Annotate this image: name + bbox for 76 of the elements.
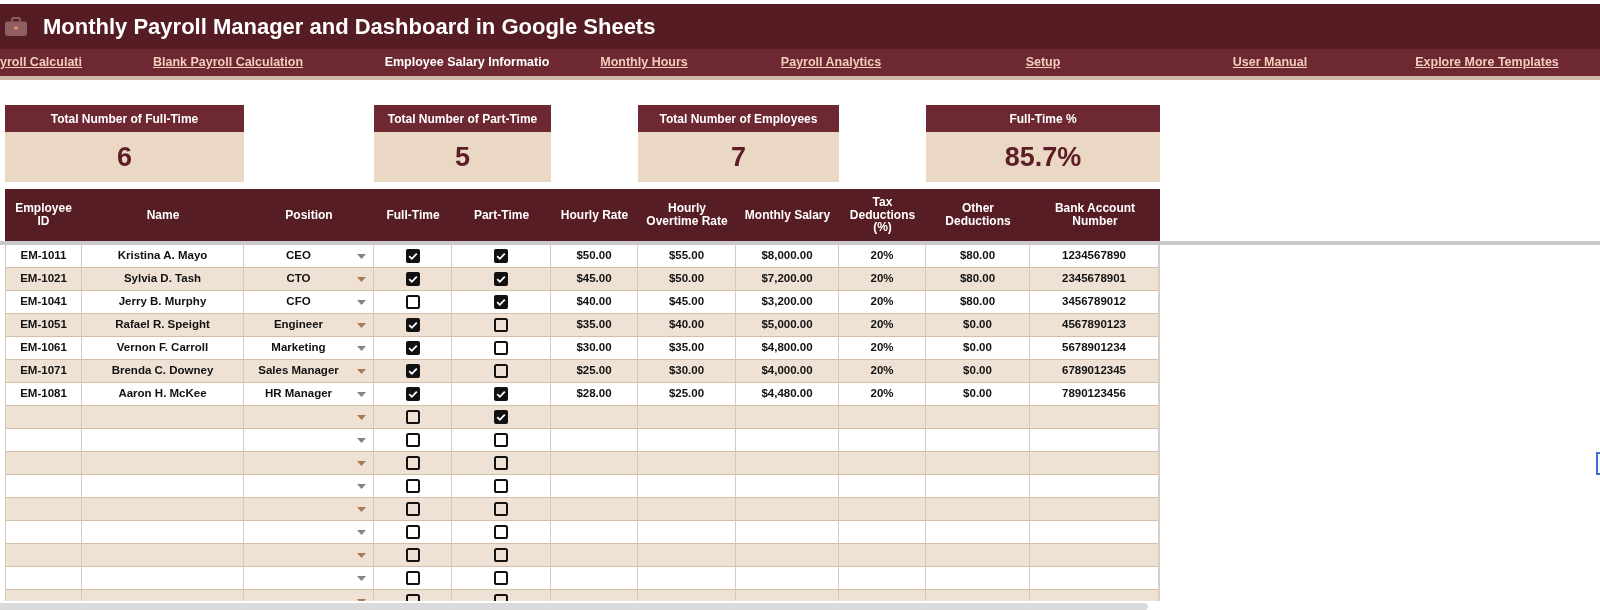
caret-icon [357,276,366,282]
sheet-link[interactable]: yroll Calculati [0,53,82,72]
caret-icon [357,506,366,512]
checkbox[interactable] [405,548,420,562]
checkbox[interactable] [494,272,508,286]
checkbox[interactable] [494,479,508,493]
checkbox[interactable] [405,502,420,516]
card-value: 85.7% [926,132,1160,182]
column-header: Employee ID [14,200,73,230]
sheet-link[interactable]: Explore More Templates [1415,53,1559,72]
caret-icon [357,529,366,535]
checkbox[interactable] [405,410,420,424]
checkbox[interactable] [494,433,508,447]
card-value: 6 [5,132,244,182]
sheet-link[interactable]: Monthly Hours [600,53,688,72]
caret-icon [357,253,366,259]
checkbox[interactable] [405,433,420,447]
caret-icon [357,414,366,420]
sheet-link[interactable]: Payroll Analytics [780,53,882,72]
checkbox[interactable] [405,387,420,401]
column-header: Monthly Salary [743,206,832,224]
checkbox[interactable] [405,318,420,332]
sheet-link[interactable]: Employee Salary Informatio [384,53,550,72]
checkbox[interactable] [494,502,508,516]
checkbox[interactable] [405,571,420,585]
card-title: Full-Time % [926,105,1160,132]
sheet-link[interactable]: Setup [1025,53,1061,72]
checkbox[interactable] [494,548,508,562]
checkbox[interactable] [405,364,420,378]
checkbox[interactable] [405,479,420,493]
column-header: Hourly Overtime Rate [645,200,729,230]
caret-icon [357,437,366,443]
checkbox[interactable] [405,249,420,263]
caret-icon [357,368,366,374]
sheet-link[interactable]: Blank Payroll Calculation [152,53,303,72]
caret-icon [357,322,366,328]
column-header: Part-Time [472,206,531,224]
card-value: 7 [638,132,839,182]
briefcase-icon [5,17,27,36]
checkbox[interactable] [494,525,508,539]
checkbox[interactable] [405,295,420,309]
column-header: Name [145,206,181,224]
sheet-link[interactable]: User Manual [1232,53,1308,72]
column-header: Tax Deductions (%) [848,193,917,237]
caret-icon [357,575,366,581]
card-title: Total Number of Part-Time [374,105,551,132]
caret-icon [357,552,366,558]
horizontal-scrollbar[interactable] [0,603,1148,610]
checkbox[interactable] [405,272,420,286]
selection-edge-icon [1596,452,1600,475]
caret-icon [357,391,366,397]
checkbox[interactable] [494,249,508,263]
checkbox[interactable] [405,456,420,470]
caret-icon [357,299,366,305]
checkbox[interactable] [405,525,420,539]
checkbox[interactable] [494,571,508,585]
caret-icon [357,483,366,489]
card-title: Total Number of Full-Time [5,105,244,132]
caret-icon [357,460,366,466]
checkbox[interactable] [494,364,508,378]
checkbox[interactable] [494,410,508,424]
card-title: Total Number of Employees [638,105,839,132]
checkbox[interactable] [405,341,420,355]
checkbox[interactable] [494,456,508,470]
page-title: Monthly Payroll Manager and Dashboard in Google Sheets [43,13,656,41]
column-header: Other Deductions [944,200,1012,230]
checkbox[interactable] [494,341,508,355]
column-header: Hourly Rate [559,206,630,224]
column-header: Bank Account Number [1053,200,1137,230]
checkbox[interactable] [494,387,508,401]
caret-icon [357,345,366,351]
checkbox[interactable] [494,295,508,309]
column-header: Full-Time [385,206,441,224]
card-value: 5 [374,132,551,182]
column-header: Position [284,206,334,224]
checkbox[interactable] [494,318,508,332]
